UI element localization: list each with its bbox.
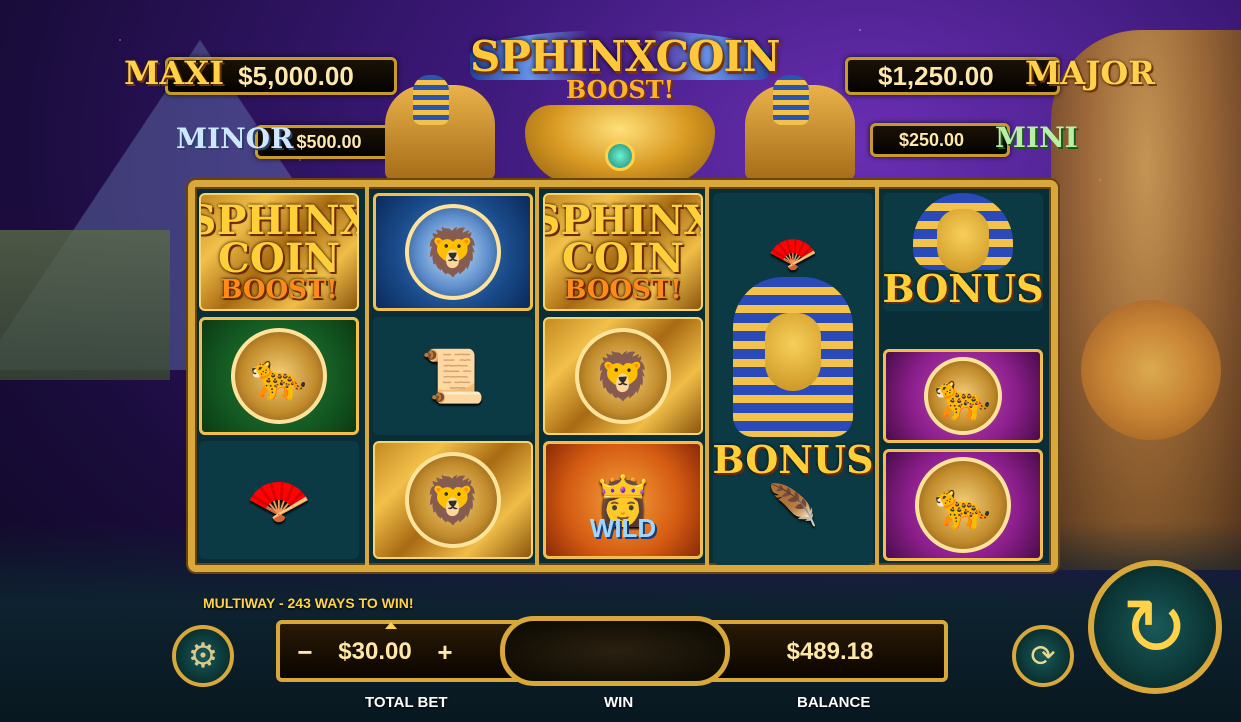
reel-5: BONUS 🐆 🐆 [875,187,1044,565]
cheetah-icon: 🐆 [915,457,1011,553]
lion-symbol: 🦁 [543,317,703,435]
jackpot-major-label: MAJOR [1025,54,1155,92]
settings-button[interactable]: ⚙ [172,625,234,687]
win-display [500,616,730,686]
reel-grid: SPHINX COIN BOOST! 🐆 🪭 🦁 📜 🦁 SPHINX COIN [188,180,1058,572]
pharaoh-icon [733,276,853,437]
logo-title: SPHINXCOIN [470,32,781,81]
fan-symbol: 🪭 [199,441,359,559]
bonus-label: BONUS [713,436,873,482]
scroll-symbol: 📜 [373,317,533,435]
balance-value: $489.18 [786,638,874,665]
total-bet-value: $30.00 [338,638,412,665]
ways-to-win-text: MULTIWAY - 243 WAYS TO WIN! [203,595,414,611]
temple-background [0,230,170,380]
sphinx-statue-right [745,75,855,180]
reel-4: 🪭 BONUS 🪶 [705,187,873,565]
coin-bowl [525,105,715,185]
fan-icon: 🪭 [768,231,818,276]
reel-3: SPHINX COIN BOOST! 🦁 👸 WILD [535,187,703,565]
sun-disc-decoration [1081,300,1221,440]
autoplay-button[interactable]: ⟳ [1012,625,1074,687]
wild-symbol: 👸 WILD [543,441,703,559]
jackpot-mini-amount: $250.00 [899,129,965,150]
bet-decrease-button[interactable]: − [290,637,320,667]
reel-1: SPHINX COIN BOOST! 🐆 🪭 [195,187,363,565]
spin-icon: ↻ [1121,582,1189,672]
pharaoh-bonus-symbol: BONUS [882,193,1044,311]
peacock-feather-icon: 🪶 [768,483,818,528]
jackpot-minor-amount: $500.00 [296,131,362,152]
gem-icon [605,141,635,171]
balance-label: BALANCE [797,694,871,711]
cheetah-icon: 🐆 [924,357,1002,435]
pharaoh-bonus-symbol: 🪭 BONUS 🪶 [713,193,873,565]
sphinx-coin-boost-symbol: SPHINX COIN BOOST! [199,193,359,311]
leopard-icon: 🐆 [231,328,327,424]
fan-icon: 🪭 [246,471,312,530]
jackpot-maxi-amount: $5,000.00 [238,60,354,91]
jackpot-mini: $250.00 [870,123,1010,157]
spin-button[interactable]: ↻ [1088,560,1222,694]
wild-label: WILD [589,513,657,543]
lion-icon: 🦁 [575,328,671,424]
sphinx-coin-boost-symbol: SPHINX COIN BOOST! [543,193,703,311]
sphinx-statue-left [385,75,495,180]
lion-symbol: 🦁 [373,441,533,559]
white-lion-symbol: 🦁 [373,193,533,311]
pharaoh-icon [913,193,1013,273]
lion-icon: 🦁 [405,452,501,548]
leopard-symbol: 🐆 [199,317,359,435]
white-lion-icon: 🦁 [405,204,501,300]
cheetah-symbol: 🐆 [883,449,1043,561]
autoplay-icon: ⟳ [1030,639,1056,673]
sphinx-background [1051,30,1241,570]
bet-increase-button[interactable]: + [430,637,460,667]
reel-2: 🦁 📜 🦁 [365,187,533,565]
jackpot-mini-label: MINI [995,121,1078,154]
jackpot-major-amount: $1,250.00 [878,60,994,91]
cheetah-symbol: 🐆 [883,349,1043,443]
bet-control: − $30.00 + [290,626,460,678]
reel-top-decoration [375,75,865,185]
jackpot-minor-label: MINOR [176,122,294,155]
jackpot-maxi-label: MAXI [124,54,225,92]
scroll-icon: 📜 [420,347,486,406]
total-bet-label: TOTAL BET [365,694,448,711]
gear-icon: ⚙ [187,637,219,675]
win-label: WIN [604,694,634,711]
